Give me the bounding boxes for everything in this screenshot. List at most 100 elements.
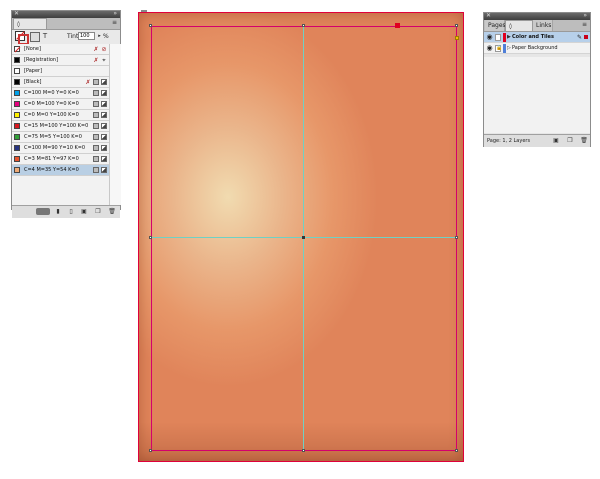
swatch-color-chip	[14, 90, 20, 96]
frame-handle-bottom-left[interactable]	[149, 449, 152, 452]
show-gradient-swatches-icon[interactable]: ▯	[67, 208, 75, 215]
frame-center-point[interactable]	[302, 236, 305, 239]
process-color-icon	[93, 156, 99, 162]
frame-handle-bottom-right[interactable]	[455, 449, 458, 452]
swatch-name: C=15 M=100 Y=100 K=0	[24, 123, 89, 129]
frame-handle-top-left[interactable]	[149, 24, 152, 27]
swatch-name: C=4 M=35 Y=54 K=0	[24, 167, 79, 173]
swatches-panel: ✕ » ◊ Swatches ≡ T Tint: ▸ % [None]✗⊘[Re…	[11, 10, 121, 218]
non-editable-icon: ✗	[85, 79, 91, 86]
swatch-indicators	[93, 112, 107, 119]
swatch-name: [Paper]	[24, 68, 43, 74]
swatch-row[interactable]: [None] ✗ ⊘	[12, 44, 109, 55]
cmyk-mode-icon	[101, 156, 107, 162]
swatch-indicators	[93, 101, 107, 108]
swatch-row[interactable]: C=75 M=5 Y=100 K=0	[12, 132, 109, 143]
registration-icon: ⌖	[102, 57, 106, 64]
formatting-container-icon[interactable]	[30, 32, 40, 42]
swatch-list: [None] ✗ ⊘ [Registration] ✗ ⌖ [Paper] [Black] ✗ C…	[12, 44, 109, 205]
layer-row-color-and-tiles[interactable]: ◉ ▶ Color and Tiles ✎	[484, 32, 590, 43]
swatch-name: C=75 M=5 Y=100 K=0	[24, 134, 82, 140]
cmyk-mode-icon	[101, 123, 107, 129]
swatch-row[interactable]: C=0 M=100 Y=0 K=0	[12, 99, 109, 110]
visibility-eye-icon[interactable]: ◉	[486, 34, 493, 41]
swatch-row[interactable]: [Paper]	[12, 66, 109, 77]
tint-input[interactable]	[78, 32, 95, 40]
expand-triangle-icon[interactable]: ▷	[507, 43, 511, 54]
swatch-row[interactable]: [Black] ✗	[12, 77, 109, 88]
swatch-row[interactable]: C=100 M=90 Y=10 K=0	[12, 143, 109, 154]
swatches-bottom-bar: ▮ ▯ ▣ ❐ 🗑	[12, 205, 120, 218]
frame-handle-middle-right[interactable]	[455, 236, 458, 239]
layer-name[interactable]: Color and Tiles	[512, 32, 554, 43]
frame-handle-middle-left[interactable]	[149, 236, 152, 239]
layers-panel: ✕ » Pages ◊ Layers Links ≡ ◉ ▶ Color and…	[483, 12, 591, 147]
collapse-icon[interactable]: »	[113, 10, 117, 18]
non-editable-icon: ✗	[93, 57, 99, 64]
swatches-panel-titlebar[interactable]: ✕ »	[12, 10, 120, 18]
swatch-row[interactable]: [Registration] ✗ ⌖	[12, 55, 109, 66]
delete-layer-icon[interactable]: 🗑	[580, 137, 588, 144]
swatch-color-chip	[14, 156, 20, 162]
swatch-color-chip	[14, 57, 20, 63]
layers-panel-titlebar[interactable]: ✕ »	[484, 12, 590, 20]
swatch-color-chip	[14, 68, 20, 74]
swatch-color-chip	[14, 112, 20, 118]
swatch-color-chip	[14, 101, 20, 107]
content-grabber-marker[interactable]	[395, 23, 400, 28]
swatch-color-chip	[14, 145, 20, 151]
swatch-name: C=100 M=0 Y=0 K=0	[24, 90, 79, 96]
process-color-icon	[93, 101, 99, 107]
formatting-text-icon[interactable]: T	[41, 32, 49, 40]
panel-menu-icon[interactable]: ≡	[582, 21, 587, 28]
swatch-indicators	[93, 145, 107, 152]
frame-handle-top-center[interactable]	[302, 24, 305, 27]
cmyk-mode-icon	[101, 167, 107, 173]
cmyk-mode-icon	[101, 134, 107, 140]
swatch-name: C=3 M=81 Y=97 K=0	[24, 156, 79, 162]
layer-color-swatch	[503, 33, 506, 42]
lock-toggle[interactable]	[495, 34, 501, 41]
tint-dropdown-icon[interactable]: ▸	[96, 32, 103, 40]
swatch-indicators: ✗ ⌖	[93, 57, 107, 64]
delete-swatch-icon[interactable]: 🗑	[108, 208, 116, 215]
selection-square-icon[interactable]	[584, 35, 588, 39]
close-icon[interactable]: ✕	[486, 12, 491, 20]
visibility-eye-icon[interactable]: ◉	[486, 45, 493, 52]
tab-links[interactable]: Links	[533, 20, 553, 31]
tint-unit: %	[103, 33, 109, 40]
new-layer-icon[interactable]: ▣	[552, 137, 560, 144]
collapse-icon[interactable]: »	[583, 12, 587, 20]
tab-pages[interactable]: Pages	[485, 20, 506, 31]
lock-icon[interactable]: 🔒	[495, 45, 502, 52]
swatch-row[interactable]: C=15 M=100 Y=100 K=0	[12, 121, 109, 132]
swatch-indicators: ✗ ⊘	[93, 46, 107, 53]
swatch-row[interactable]: C=3 M=81 Y=97 K=0	[12, 154, 109, 165]
corner-options-marker[interactable]	[455, 36, 459, 40]
swatch-name: [None]	[24, 46, 41, 52]
tab-swatches[interactable]: ◊ Swatches	[13, 18, 47, 39]
layer-row-paper-background[interactable]: ◉ 🔒 ▷ Paper Background	[484, 43, 590, 54]
frame-handle-top-right[interactable]	[455, 24, 458, 27]
show-all-swatches-icon[interactable]	[36, 208, 50, 215]
swatch-scrollbar[interactable]	[109, 44, 121, 205]
panel-menu-icon[interactable]: ≡	[112, 19, 117, 26]
expand-triangle-icon[interactable]: ▶	[507, 32, 511, 43]
new-swatch-icon[interactable]: ❐	[94, 208, 102, 215]
swatch-color-chip	[14, 167, 20, 173]
cmyk-mode-icon	[101, 90, 107, 96]
show-color-swatches-icon[interactable]: ▮	[54, 208, 62, 215]
swatch-indicators	[93, 156, 107, 163]
fill-stroke-icon[interactable]	[15, 31, 29, 45]
cmyk-mode-icon	[101, 145, 107, 151]
swatch-row[interactable]: C=100 M=0 Y=0 K=0	[12, 88, 109, 99]
swatch-name: C=100 M=90 Y=10 K=0	[24, 145, 86, 151]
new-color-group-icon[interactable]: ▣	[80, 208, 88, 215]
tab-layers[interactable]: ◊ Layers	[505, 20, 533, 41]
swatch-row[interactable]: C=4 M=35 Y=54 K=0	[12, 165, 109, 176]
close-icon[interactable]: ✕	[14, 10, 19, 18]
swatch-row[interactable]: C=0 M=0 Y=100 K=0	[12, 110, 109, 121]
new-layer-page-icon[interactable]: ❐	[566, 137, 574, 144]
layer-name[interactable]: Paper Background	[512, 43, 558, 54]
frame-handle-bottom-center[interactable]	[302, 449, 305, 452]
